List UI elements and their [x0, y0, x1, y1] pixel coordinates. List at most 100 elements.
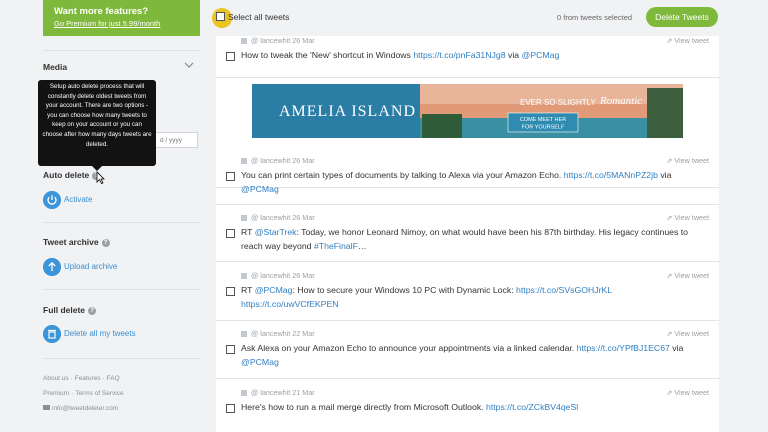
help-icon[interactable]: ?: [88, 307, 97, 315]
view-tweet-link[interactable]: ⇗ View tweet: [666, 36, 709, 45]
tweet-meta: @ lancewhit 26 Mar: [241, 213, 315, 222]
tweet-text: How to tweak the 'New' shortcut in Windo…: [241, 48, 691, 62]
full-delete-label: Full delete: [43, 305, 86, 315]
tweet-text-segment: …: [357, 241, 367, 252]
tweet-author-icon: [241, 330, 247, 337]
tweet-author-icon: [241, 157, 247, 164]
ad-tagline-a: EVER SO SLIGHTLY: [520, 98, 597, 107]
delete-tweets-button[interactable]: Delete Tweets: [646, 7, 718, 27]
tweet-link[interactable]: #TheFinalF: [314, 241, 358, 251]
tweet-link[interactable]: @PCMag: [241, 357, 279, 367]
tweet-text: You can print certain types of documents…: [241, 168, 691, 197]
separator: ·: [70, 375, 73, 382]
tweet-author-icon: [241, 37, 247, 44]
faq-link[interactable]: FAQ: [107, 375, 120, 382]
tweet-link[interactable]: @PCMag: [255, 285, 293, 295]
view-tweet-label: View tweet: [674, 36, 709, 45]
auto-delete-label: Auto delete: [43, 170, 90, 180]
view-tweet-link[interactable]: ⇗ View tweet: [666, 271, 709, 280]
tweet-row: @ lancewhit 26 Mar ⇗ View tweet How to t…: [216, 36, 719, 78]
tweet-row: @ lancewhit 26 Mar ⇗ View tweet RT @Star…: [216, 205, 719, 262]
tweet-meta-text: @ lancewhit 26 Mar: [251, 213, 315, 222]
select-all-control[interactable]: Select all tweets: [216, 12, 289, 22]
divider: [43, 358, 200, 359]
tweet-text-segment: : Today, we honor Leonard Nimoy, on what…: [241, 227, 688, 252]
tweet-text-segment: via: [669, 343, 684, 353]
mouse-cursor-icon: [96, 171, 105, 184]
tweet-text-segment: How to tweak the 'New' shortcut in Windo…: [241, 50, 414, 60]
footer-links-row1: About us · Features · FAQ: [43, 375, 120, 382]
activate-label: Activate: [64, 195, 93, 204]
footer-email: info@tweetdeleter.com: [43, 405, 118, 412]
tweet-archive-label: Tweet archive: [43, 237, 99, 247]
help-icon[interactable]: ?: [101, 239, 110, 247]
tweet-meta-text: @ lancewhit 26 Mar: [251, 156, 315, 165]
selected-count: 0 from tweets selected: [557, 13, 633, 22]
tweet-text-segment: via: [657, 170, 672, 180]
email-link[interactable]: info@tweetdeleter.com: [52, 405, 118, 412]
tweet-author-icon: [241, 214, 247, 221]
ad-cta-2: FOR YOURSELF: [522, 125, 565, 131]
select-all-checkbox[interactable]: [216, 12, 225, 21]
date-field[interactable]: d / yyyy: [154, 132, 198, 148]
tweet-meta: @ lancewhit 26 Mar: [241, 156, 315, 165]
view-tweet-link[interactable]: ⇗ View tweet: [666, 329, 709, 338]
media-heading[interactable]: Media: [43, 62, 67, 72]
tweet-row: @ lancewhit 21 Mar ⇗ View tweet Here's h…: [216, 379, 719, 432]
divider: [43, 222, 200, 223]
tweet-text-segment: via: [505, 50, 522, 60]
toolbar: Select all tweets 0 from tweets selected…: [216, 0, 736, 36]
chevron-down-icon[interactable]: [184, 60, 194, 70]
view-tweet-link[interactable]: ⇗ View tweet: [666, 156, 709, 165]
tweet-link[interactable]: https://t.co/5MANnPZ2jb: [564, 170, 658, 180]
tweet-link[interactable]: https://t.co/uwVCfEKPEN: [241, 299, 339, 309]
tweet-checkbox[interactable]: [226, 287, 235, 296]
sidebar: Want more features? Go Premium for just …: [0, 0, 232, 432]
tweet-link[interactable]: https://t.co/SVsGOHJrKL: [516, 285, 612, 295]
tweet-link[interactable]: https://t.co/ZCkBV4qeSl: [486, 402, 578, 412]
tweet-text: Here's how to run a mail merge directly …: [241, 400, 691, 414]
tweet-meta-text: @ lancewhit 26 Mar: [251, 36, 315, 45]
view-tweet-link[interactable]: ⇗ View tweet: [666, 388, 709, 397]
view-tweet-link[interactable]: ⇗ View tweet: [666, 213, 709, 222]
tweet-meta: @ lancewhit 26 Mar: [241, 36, 315, 45]
divider: [43, 289, 200, 290]
auto-delete-tooltip: Setup auto delete process that will cons…: [38, 80, 156, 171]
terms-link[interactable]: Terms of Service: [75, 390, 123, 397]
separator: ·: [71, 390, 74, 397]
tweet-link[interactable]: @PCMag: [241, 184, 279, 194]
tweet-link[interactable]: https://t.co/YPfBJ1EC67: [577, 343, 670, 353]
tweet-author-icon: [241, 272, 247, 279]
tweet-checkbox[interactable]: [226, 345, 235, 354]
tweet-list: @ lancewhit 26 Mar ⇗ View tweet How to t…: [216, 36, 719, 432]
premium-link[interactable]: Go Premium for just 5.99/month: [54, 19, 160, 28]
tweet-checkbox[interactable]: [226, 229, 235, 238]
tweet-checkbox[interactable]: [226, 52, 235, 61]
delete-all-label: Delete all my tweets: [64, 329, 136, 338]
premium-banner[interactable]: Want more features? Go Premium for just …: [43, 0, 232, 36]
tweet-checkbox[interactable]: [226, 404, 235, 413]
ad-cta-1: COME MEET HER: [520, 117, 566, 123]
tweet-text: RT @PCMag: How to secure your Windows 10…: [241, 283, 691, 312]
view-tweet-label: View tweet: [674, 329, 709, 338]
tweet-archive-heading: Tweet archive?: [43, 237, 110, 247]
premium-title: Want more features?: [54, 6, 149, 17]
about-link[interactable]: About us: [43, 375, 69, 382]
tweet-meta: @ lancewhit 26 Mar: [241, 271, 315, 280]
tweet-meta-text: @ lancewhit 22 Mar: [251, 329, 315, 338]
full-delete-heading: Full delete?: [43, 305, 97, 315]
tweet-text-segment: : How to secure your Windows 10 PC with …: [292, 285, 517, 295]
premium-link-footer[interactable]: Premium: [43, 390, 69, 397]
ad-banner[interactable]: AMELIA ISLAND EVER SO SLIGHTLY Romantic …: [252, 84, 683, 138]
tweet-text: RT @StarTrek: Today, we honor Leonard Ni…: [241, 225, 691, 254]
tweet-link[interactable]: @PCMag: [522, 50, 560, 60]
tweet-text-segment: RT: [241, 285, 255, 295]
tweet-text-segment: RT: [241, 227, 255, 237]
tweet-link[interactable]: @StarTrek: [255, 227, 297, 237]
select-all-label: Select all tweets: [228, 12, 290, 22]
tweet-text-segment: You can print certain types of documents…: [241, 170, 564, 180]
tweet-link[interactable]: https://t.co/pnFa31NJg8: [413, 50, 505, 60]
view-tweet-label: View tweet: [674, 213, 709, 222]
features-link[interactable]: Features: [75, 375, 101, 382]
tweet-checkbox[interactable]: [226, 172, 235, 181]
